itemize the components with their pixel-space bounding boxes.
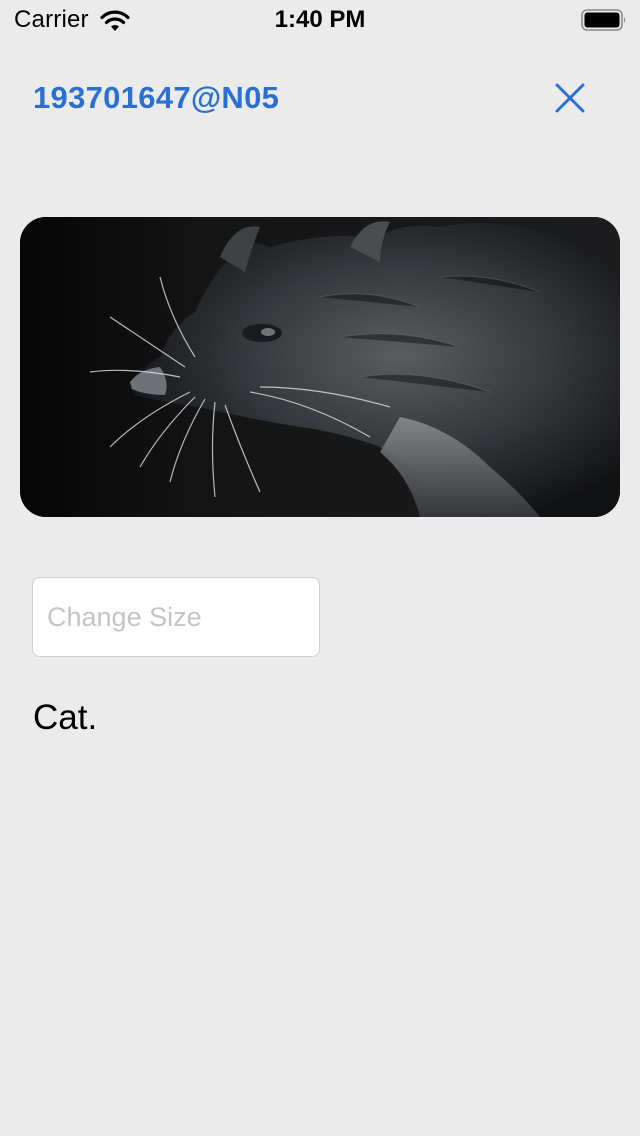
photo-caption: Cat. <box>33 698 98 737</box>
close-icon <box>555 83 585 118</box>
cat-photo <box>20 217 620 517</box>
change-size-input[interactable] <box>32 577 320 657</box>
close-button[interactable] <box>548 78 592 122</box>
status-time: 1:40 PM <box>274 6 366 33</box>
status-bar: Carrier 1:40 PM <box>0 0 640 40</box>
page-title: 193701647@N05 <box>33 80 280 115</box>
battery-full-icon <box>581 8 627 32</box>
